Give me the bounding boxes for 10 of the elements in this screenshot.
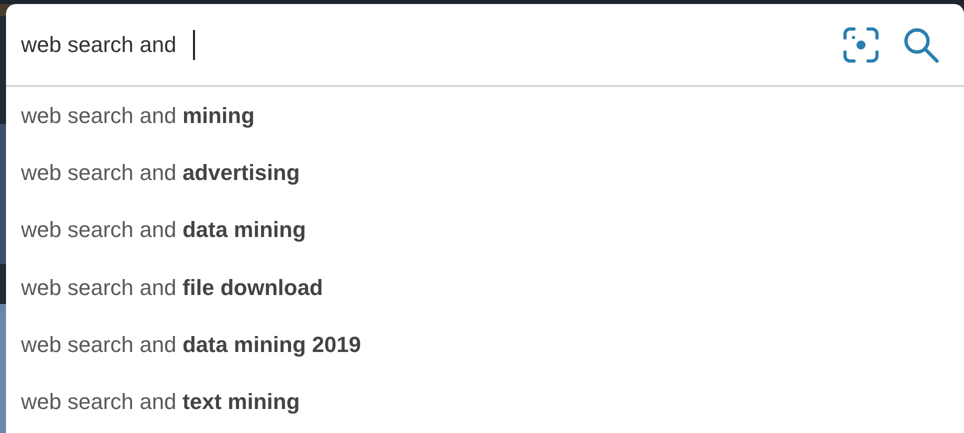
search-field[interactable]: web search and [21, 30, 191, 60]
suggestion-item[interactable]: web search and data mining [6, 202, 964, 259]
suggestion-item[interactable]: web search and data mining 2019 [6, 316, 964, 374]
suggestion-item[interactable]: web search and advertising [6, 144, 964, 202]
visual-search-button[interactable] [842, 26, 880, 64]
text-cursor [193, 30, 195, 60]
suggestion-item[interactable]: web search and mining [6, 87, 964, 144]
suggestion-item[interactable]: web search and text mining [6, 373, 964, 431]
suggestion-item[interactable]: web search and file download [6, 258, 964, 316]
search-button[interactable] [902, 26, 940, 64]
